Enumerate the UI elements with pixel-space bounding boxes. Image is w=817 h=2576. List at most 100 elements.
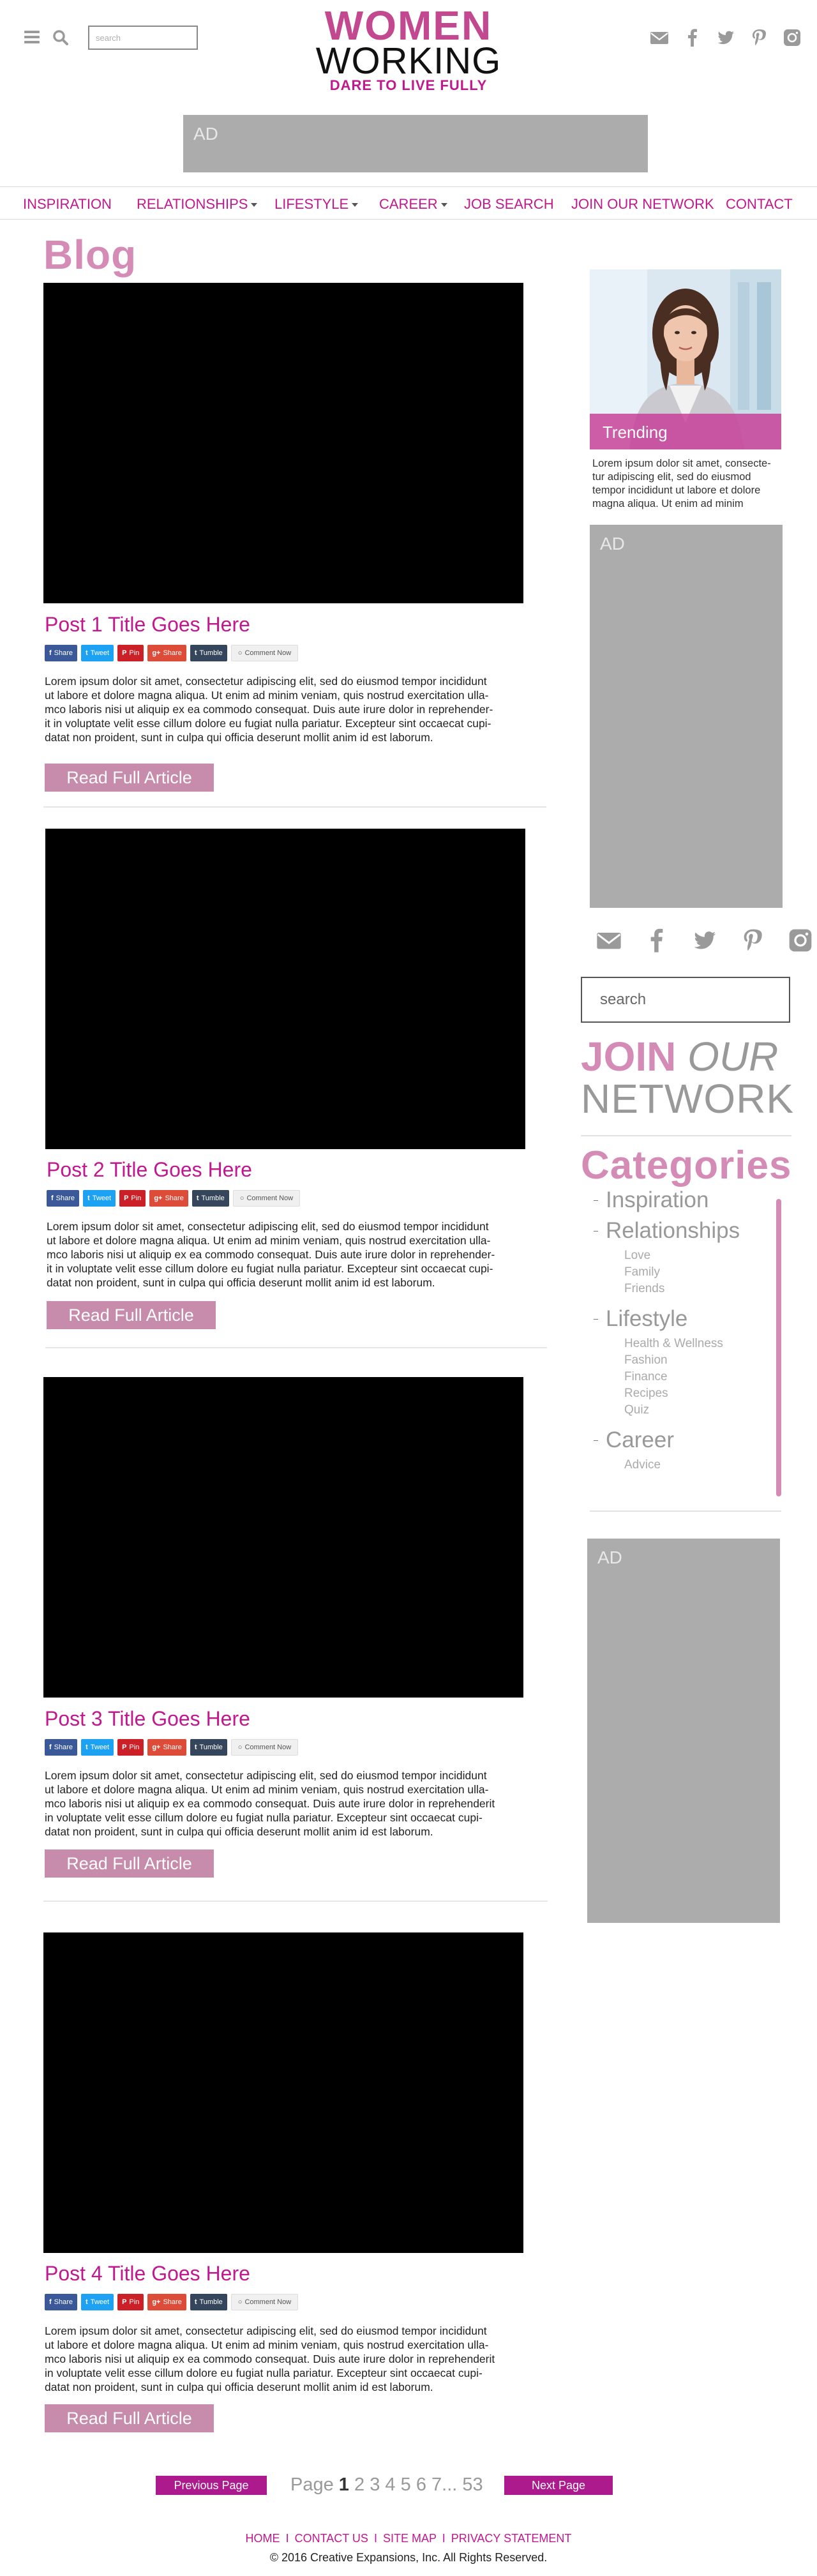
comment-button[interactable]: ○ Comment Now bbox=[230, 645, 299, 661]
categories-scrollbar[interactable] bbox=[776, 1199, 781, 1496]
tweet-button[interactable]: t Tweet bbox=[81, 2294, 114, 2310]
trending-card[interactable]: Trending bbox=[590, 269, 781, 449]
google-share-button[interactable]: g+ Share bbox=[147, 645, 186, 661]
category-inspiration[interactable]: Inspiration bbox=[594, 1187, 708, 1213]
mail-icon[interactable] bbox=[596, 928, 622, 953]
subcategory-quiz[interactable]: Quiz bbox=[624, 1403, 649, 1417]
post-image[interactable] bbox=[43, 1932, 523, 2253]
subcategory-finance[interactable]: Finance bbox=[624, 1370, 668, 1384]
post-image[interactable] bbox=[45, 829, 525, 1149]
post-title[interactable]: Post 3 Title Goes Here bbox=[45, 1707, 250, 1731]
sidebar-search-input[interactable] bbox=[581, 977, 790, 1023]
post-image[interactable] bbox=[43, 283, 523, 603]
pinterest-icon[interactable] bbox=[740, 928, 765, 953]
post-divider bbox=[45, 1347, 547, 1348]
sidebar-ad[interactable]: AD bbox=[590, 525, 783, 908]
nav-item-contact[interactable]: CONTACT bbox=[726, 196, 793, 213]
instagram-icon[interactable] bbox=[788, 928, 813, 953]
join-word: JOIN bbox=[581, 1034, 677, 1080]
header-search-input[interactable] bbox=[88, 26, 198, 50]
page-link[interactable]: 4 bbox=[385, 2474, 395, 2495]
subcategory-advice[interactable]: Advice bbox=[624, 1458, 661, 1472]
subcategory-family[interactable]: Family bbox=[624, 1265, 660, 1279]
caret-down-icon bbox=[251, 203, 258, 207]
top-ad-banner[interactable]: AD bbox=[183, 115, 648, 172]
page-link[interactable]: 7... bbox=[431, 2474, 457, 2495]
post-title[interactable]: Post 2 Title Goes Here bbox=[47, 1158, 252, 1182]
pin-button[interactable]: P Pin bbox=[117, 1739, 144, 1756]
google-share-button[interactable]: g+ Share bbox=[147, 2294, 186, 2310]
share-bar: f Share t Tweet P Pin g+ Share t Tumble ○ Comm… bbox=[47, 1189, 301, 1208]
ad-label: AD bbox=[193, 124, 218, 144]
comment-button[interactable]: ○ Comment Now bbox=[232, 1190, 301, 1207]
sidebar-social-links bbox=[596, 927, 813, 954]
read-full-article-button[interactable]: Read Full Article bbox=[45, 1849, 214, 1878]
twitter-icon[interactable] bbox=[692, 928, 717, 953]
page-current[interactable]: 1 bbox=[339, 2474, 349, 2495]
nav-item-inspiration[interactable]: INSPIRATION bbox=[23, 196, 112, 213]
category-relationships[interactable]: Relationships bbox=[594, 1218, 740, 1244]
tumble-button[interactable]: t Tumble bbox=[190, 2294, 227, 2310]
post-title[interactable]: Post 4 Title Goes Here bbox=[45, 2262, 250, 2286]
subcategory-recipes[interactable]: Recipes bbox=[624, 1387, 668, 1401]
category-career[interactable]: Career bbox=[594, 1427, 674, 1453]
facebook-share-button[interactable]: f Share bbox=[45, 645, 78, 661]
page-link[interactable]: 6 bbox=[416, 2474, 426, 2495]
google-share-button[interactable]: g+ Share bbox=[147, 1739, 186, 1756]
post-title[interactable]: Post 1 Title Goes Here bbox=[45, 613, 250, 636]
instagram-icon[interactable] bbox=[783, 28, 802, 47]
facebook-share-button[interactable]: f Share bbox=[45, 1739, 78, 1756]
tumble-button[interactable]: t Tumble bbox=[191, 1190, 229, 1207]
mail-icon[interactable] bbox=[650, 28, 669, 47]
footer-link-contact-us[interactable]: CONTACT US bbox=[295, 2532, 368, 2545]
footer-link-home[interactable]: HOME bbox=[246, 2532, 280, 2545]
footer-link-privacy-statement[interactable]: PRIVACY STATEMENT bbox=[451, 2532, 572, 2545]
comment-button[interactable]: ○ Comment Now bbox=[230, 1739, 299, 1756]
previous-page-button[interactable]: Previous Page bbox=[156, 2476, 267, 2495]
nav-item-relationships[interactable]: RELATIONSHIPS bbox=[137, 196, 258, 213]
tweet-button[interactable]: t Tweet bbox=[83, 1190, 116, 1207]
twitter-icon[interactable] bbox=[716, 28, 735, 47]
nav-item-lifestyle[interactable]: LIFESTYLE bbox=[274, 196, 359, 213]
google-share-button[interactable]: g+ Share bbox=[149, 1190, 188, 1207]
footer-link-site-map[interactable]: SITE MAP bbox=[383, 2532, 437, 2545]
tweet-button[interactable]: t Tweet bbox=[81, 1739, 114, 1756]
site-logo[interactable]: WOMEN WORKING DARE TO LIVE FULLY bbox=[300, 5, 517, 93]
subcategory-love[interactable]: Love bbox=[624, 1249, 650, 1263]
page-link[interactable]: 5 bbox=[401, 2474, 411, 2495]
sidebar-ad-2[interactable]: AD bbox=[587, 1539, 780, 1923]
facebook-share-button[interactable]: f Share bbox=[45, 2294, 78, 2310]
facebook-icon[interactable] bbox=[644, 928, 670, 953]
facebook-share-button[interactable]: f Share bbox=[47, 1190, 80, 1207]
search-icon[interactable] bbox=[52, 29, 69, 46]
tweet-button[interactable]: t Tweet bbox=[81, 645, 114, 661]
comment-button[interactable]: ○ Comment Now bbox=[230, 2294, 299, 2310]
pin-button[interactable]: P Pin bbox=[117, 645, 144, 661]
read-full-article-button[interactable]: Read Full Article bbox=[47, 1301, 216, 1329]
page-last[interactable]: 53 bbox=[462, 2474, 483, 2495]
post-image[interactable] bbox=[43, 1377, 523, 1698]
tumble-button[interactable]: t Tumble bbox=[190, 645, 227, 661]
tumble-button[interactable]: t Tumble bbox=[190, 1739, 227, 1756]
subcategory-fashion[interactable]: Fashion bbox=[624, 1353, 668, 1367]
facebook-icon[interactable] bbox=[683, 28, 702, 47]
footer-separator: I bbox=[285, 2532, 289, 2545]
join-our-network-link[interactable]: JOIN OUR NETWORK bbox=[581, 1034, 793, 1120]
pin-button[interactable]: P Pin bbox=[119, 1190, 146, 1207]
nav-item-career[interactable]: CAREER bbox=[379, 196, 447, 213]
read-full-article-button[interactable]: Read Full Article bbox=[45, 2404, 214, 2432]
nav-item-join-our-network[interactable]: JOIN OUR NETWORK bbox=[571, 196, 714, 213]
page-link[interactable]: 2 bbox=[354, 2474, 364, 2495]
pin-button[interactable]: P Pin bbox=[117, 2294, 144, 2310]
share-bar: f Share t Tweet P Pin g+ Share t Tumble ○ Comm… bbox=[45, 1738, 299, 1757]
page-link[interactable]: 3 bbox=[370, 2474, 380, 2495]
category-lifestyle[interactable]: Lifestyle bbox=[594, 1306, 687, 1332]
subcategory-health-wellness[interactable]: Health & Wellness bbox=[624, 1337, 723, 1351]
post-excerpt: Lorem ipsum dolor sit amet, consectetur … bbox=[45, 2324, 495, 2393]
nav-item-job-search[interactable]: JOB SEARCH bbox=[464, 196, 554, 213]
subcategory-friends[interactable]: Friends bbox=[624, 1282, 664, 1296]
pinterest-icon[interactable] bbox=[749, 28, 768, 47]
next-page-button[interactable]: Next Page bbox=[504, 2476, 613, 2495]
read-full-article-button[interactable]: Read Full Article bbox=[45, 764, 214, 792]
menu-icon[interactable] bbox=[24, 31, 40, 43]
